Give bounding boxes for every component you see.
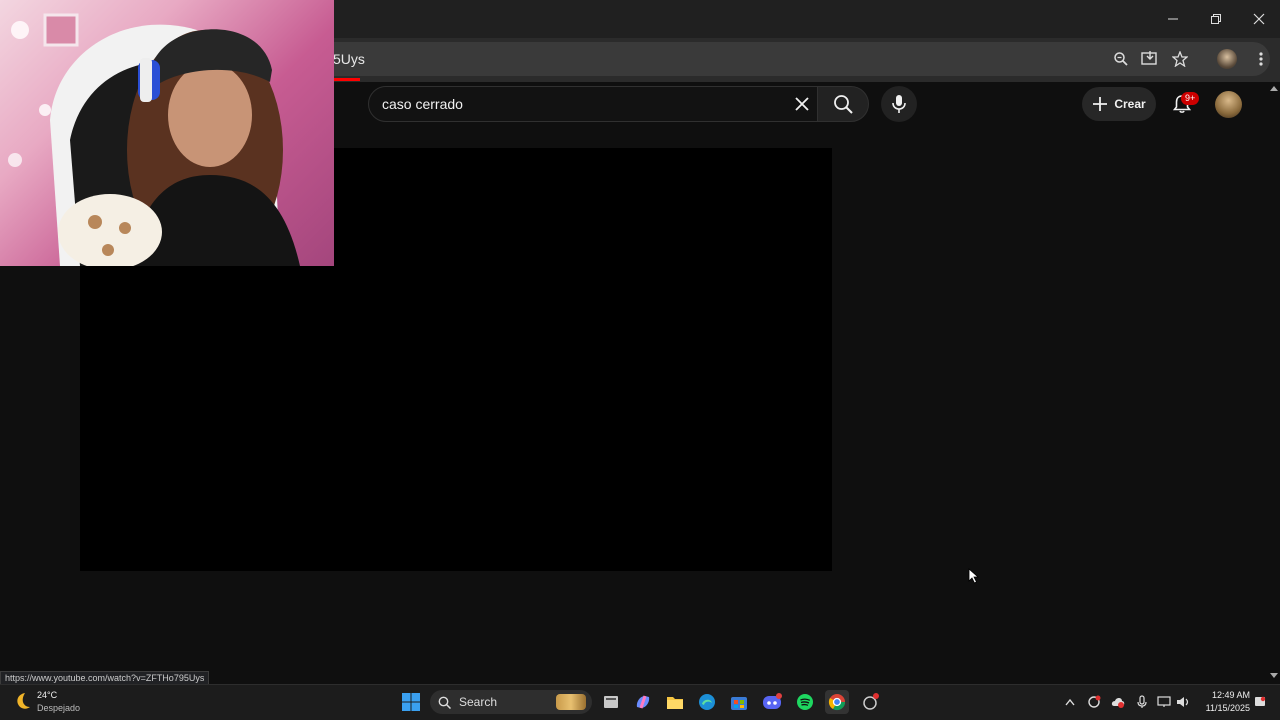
copilot-icon	[636, 695, 650, 709]
scroll-arrows	[1270, 86, 1278, 678]
start-button[interactable]	[399, 690, 423, 714]
minimize-button[interactable]	[1152, 0, 1194, 38]
edge-icon	[699, 694, 715, 710]
copilot-button[interactable]	[631, 690, 655, 714]
chevron-up-icon	[1065, 698, 1075, 706]
edge-button[interactable]	[695, 690, 719, 714]
spotify-icon	[797, 694, 813, 710]
restore-button[interactable]	[1195, 0, 1237, 38]
search-highlight-icon	[556, 694, 586, 710]
speaker-icon	[1177, 697, 1189, 707]
weather-description: Despejado	[37, 703, 81, 713]
moon-icon	[17, 693, 30, 709]
status-bar-url: https://www.youtube.com/watch?v=ZFTHo795…	[0, 671, 210, 685]
more-vertical-icon	[1259, 52, 1263, 66]
zoom-button[interactable]	[1108, 46, 1134, 72]
notification-icon	[1255, 696, 1266, 706]
network-icon	[1157, 696, 1171, 707]
bookmark-button[interactable]	[1167, 46, 1193, 72]
sync-tray-icon[interactable]	[1087, 695, 1101, 709]
create-button-label: Crear	[1114, 97, 1146, 111]
file-explorer-button[interactable]	[663, 690, 687, 714]
account-avatar[interactable]	[1215, 91, 1242, 118]
create-button[interactable]: Crear	[1082, 87, 1156, 121]
refresh-app-icon	[863, 693, 879, 710]
sync-icon	[1088, 695, 1101, 708]
discord-icon	[763, 693, 782, 709]
plus-icon	[1093, 97, 1108, 111]
minimize-icon	[1168, 18, 1178, 20]
search-button[interactable]	[817, 86, 869, 122]
show-hidden-icons-button[interactable]	[1063, 695, 1077, 709]
cloud-icon	[1111, 698, 1125, 708]
restore-icon	[1211, 14, 1221, 24]
app-button[interactable]	[858, 690, 882, 714]
webcam-overlay	[0, 0, 334, 266]
install-app-button[interactable]	[1137, 46, 1163, 72]
profile-button[interactable]	[1214, 46, 1240, 72]
star-icon	[1172, 51, 1188, 67]
notification-center-button[interactable]	[1253, 695, 1267, 709]
folder-icon	[667, 697, 683, 709]
weather-widget[interactable]	[12, 691, 32, 711]
clear-search-button[interactable]	[794, 96, 810, 112]
profile-avatar-icon	[1217, 49, 1237, 69]
install-icon	[1141, 51, 1157, 65]
close-window-button[interactable]	[1238, 0, 1280, 38]
streamer-webcam-image	[8, 13, 300, 266]
microphone-icon	[1137, 695, 1147, 708]
store-icon	[731, 697, 747, 710]
browser-menu-button[interactable]	[1248, 46, 1274, 72]
search-icon	[438, 696, 451, 709]
taskbar-search-label: Search	[459, 695, 498, 709]
taskbar-clock-time[interactable]: 12:49 AM	[1200, 690, 1250, 700]
store-button[interactable]	[727, 690, 751, 714]
close-icon	[1253, 13, 1265, 25]
windows-icon	[402, 693, 420, 711]
cloud-tray-icon[interactable]	[1111, 695, 1125, 709]
notification-count-badge: 9+	[1181, 92, 1200, 105]
microphone-icon	[892, 95, 906, 113]
taskbar-clock-date[interactable]: 11/15/2025	[1200, 703, 1250, 713]
page-scrollbar[interactable]	[1268, 82, 1280, 684]
task-view-icon	[604, 696, 618, 708]
spotify-button[interactable]	[793, 690, 817, 714]
close-icon	[795, 97, 809, 111]
weather-temperature: 24°C	[37, 690, 58, 700]
chrome-icon	[828, 694, 846, 711]
search-icon	[834, 95, 853, 114]
task-view-button[interactable]	[599, 690, 623, 714]
search-query-text[interactable]: caso cerrado	[382, 96, 463, 112]
address-bar-url[interactable]: 5Uys	[333, 51, 365, 67]
voice-search-button[interactable]	[881, 86, 917, 122]
microphone-tray-icon[interactable]	[1135, 695, 1149, 709]
taskbar-search[interactable]: Search	[430, 690, 592, 714]
cursor-icon	[968, 568, 980, 584]
volume-tray-icon[interactable]	[1176, 695, 1190, 709]
network-tray-icon[interactable]	[1157, 695, 1171, 709]
discord-button[interactable]	[760, 690, 784, 714]
chrome-button[interactable]	[825, 690, 849, 714]
mouse-cursor	[968, 568, 980, 584]
zoom-icon	[1114, 52, 1128, 66]
